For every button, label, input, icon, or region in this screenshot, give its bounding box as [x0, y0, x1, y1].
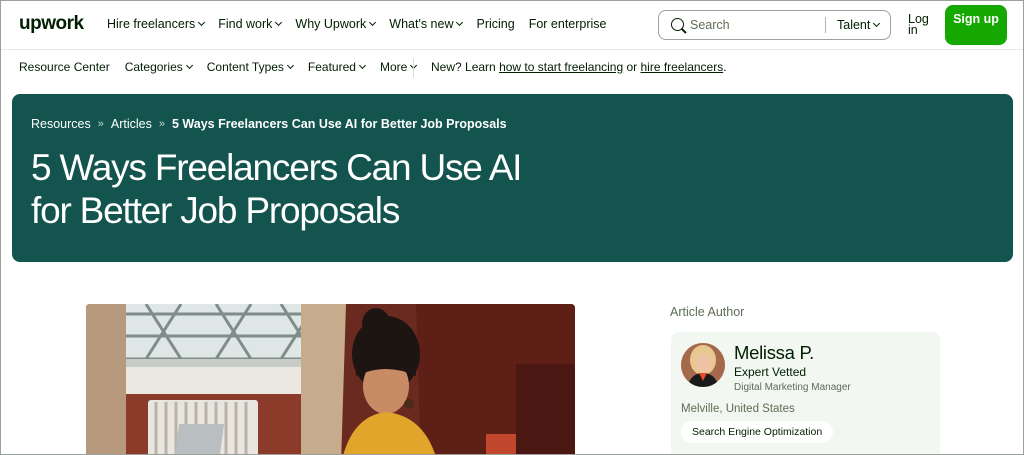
newcomer-promo: New? Learn how to start freelancing or h…	[431, 60, 727, 74]
start-freelancing-link[interactable]: how to start freelancing	[499, 60, 623, 74]
breadcrumb: Resources » Articles » 5 Ways Freelancer…	[31, 117, 507, 131]
page: upwork Hire freelancers Find work Why Up…	[0, 0, 1024, 455]
author-location: Melville, United States	[681, 403, 795, 415]
nav-hire-freelancers[interactable]: Hire freelancers	[107, 17, 206, 31]
search-bar[interactable]: Search Talent	[658, 10, 891, 40]
author-role: Digital Marketing Manager	[734, 382, 851, 393]
top-navbar: upwork Hire freelancers Find work Why Up…	[1, 1, 1023, 49]
subnav-items: Resource Center Categories Content Types…	[19, 60, 431, 74]
nav-whats-new[interactable]: What's new	[389, 17, 464, 31]
nav-find-work[interactable]: Find work	[218, 17, 283, 31]
resources-subnav: Resource Center Categories Content Types…	[1, 49, 1023, 85]
chevron-down-icon	[286, 61, 294, 70]
breadcrumb-articles[interactable]: Articles	[111, 117, 152, 131]
page-title: 5 Ways Freelancers Can Use AI for Better…	[31, 147, 522, 231]
nav-hire-freelancers-label: Hire freelancers	[107, 17, 196, 31]
subnav-featured-label: Featured	[307, 60, 356, 74]
subnav-categories-label: Categories	[124, 60, 183, 74]
subnav-divider	[413, 58, 414, 78]
author-card[interactable]: Melissa P. Expert Vetted Digital Marketi…	[671, 332, 940, 454]
expert-vetted-badge: Expert Vetted	[734, 365, 807, 379]
skill-tag[interactable]: Search Engine Optimization	[681, 421, 834, 443]
nav-for-enterprise-label: For enterprise	[528, 17, 607, 31]
subnav-featured[interactable]: Featured	[307, 60, 366, 74]
subnav-content-types[interactable]: Content Types	[206, 60, 294, 74]
subnav-more[interactable]: More	[379, 60, 418, 74]
chevron-down-icon	[358, 61, 366, 70]
chevron-down-icon	[456, 18, 464, 27]
breadcrumb-current: 5 Ways Freelancers Can Use AI for Better…	[171, 117, 507, 131]
promo-suffix: .	[723, 60, 727, 74]
article-author-heading: Article Author	[670, 305, 745, 319]
subnav-categories[interactable]: Categories	[124, 60, 193, 74]
nav-why-upwork-label: Why Upwork	[295, 17, 367, 31]
search-input[interactable]: Search	[690, 18, 730, 32]
nav-pricing[interactable]: Pricing	[476, 17, 514, 31]
nav-why-upwork[interactable]: Why Upwork	[295, 17, 377, 31]
main-nav: Hire freelancers Find work Why Upwork Wh…	[107, 17, 621, 31]
chevron-down-icon	[185, 61, 193, 70]
article-hero-image	[86, 304, 575, 454]
chevron-down-icon	[873, 19, 881, 28]
search-divider	[825, 17, 826, 33]
promo-middle: or	[626, 60, 638, 74]
chevron-down-icon	[369, 18, 377, 27]
subnav-resource-center[interactable]: Resource Center	[19, 60, 110, 74]
search-category-select[interactable]: Talent	[837, 18, 881, 32]
chevron-down-icon	[275, 18, 283, 27]
login-link[interactable]: Log in	[908, 13, 932, 37]
promo-prefix: New? Learn	[431, 60, 496, 74]
subnav-more-label: More	[379, 60, 408, 74]
hire-freelancers-link[interactable]: hire freelancers	[641, 60, 724, 74]
nav-find-work-label: Find work	[218, 17, 273, 31]
subnav-resource-center-label: Resource Center	[19, 60, 110, 74]
avatar	[681, 343, 725, 387]
author-name[interactable]: Melissa P.	[734, 342, 814, 364]
chevron-down-icon	[198, 18, 206, 27]
nav-pricing-label: Pricing	[476, 17, 515, 31]
subnav-content-types-label: Content Types	[206, 60, 284, 74]
breadcrumb-separator: »	[158, 118, 165, 130]
search-category-label: Talent	[837, 18, 871, 32]
nav-whats-new-label: What's new	[389, 17, 454, 31]
breadcrumb-resources[interactable]: Resources	[31, 117, 91, 131]
signup-button[interactable]: Sign up	[945, 5, 1007, 45]
upwork-logo[interactable]: upwork	[19, 13, 84, 35]
breadcrumb-separator: »	[97, 118, 104, 130]
search-icon	[671, 18, 684, 31]
nav-for-enterprise[interactable]: For enterprise	[529, 17, 607, 31]
article-hero: Resources » Articles » 5 Ways Freelancer…	[12, 94, 1013, 262]
